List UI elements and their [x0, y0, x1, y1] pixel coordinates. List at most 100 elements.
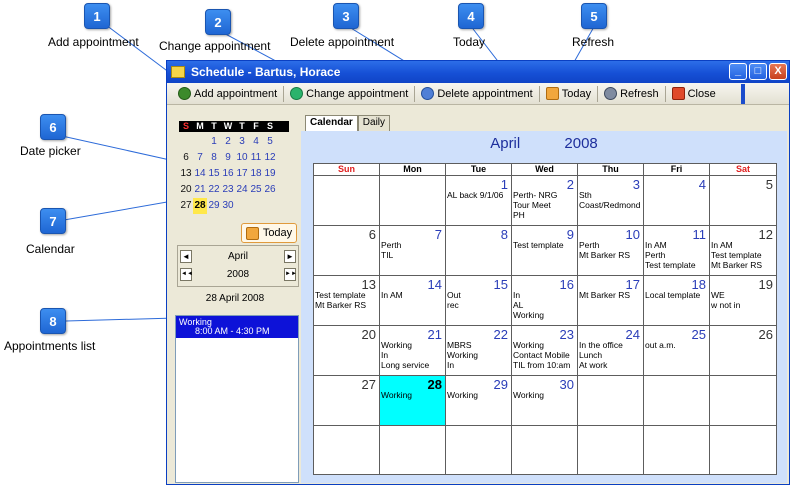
calendar-event[interactable]: At work	[579, 360, 643, 370]
date-picker-day[interactable]: 29	[207, 198, 221, 214]
calendar-day-cell[interactable]: 24 In the office Lunch At work	[578, 326, 644, 375]
calendar-event[interactable]: AL	[513, 300, 577, 310]
date-picker-day[interactable]: 24	[235, 182, 249, 198]
date-picker-day[interactable]: 25	[249, 182, 263, 198]
date-picker-day[interactable]: 1	[207, 134, 221, 150]
today-toolbar-button[interactable]: Today	[541, 84, 596, 104]
calendar-day-cell[interactable]: 26	[710, 326, 776, 375]
date-picker-day[interactable]: 22	[207, 182, 221, 198]
refresh-button[interactable]: Refresh	[599, 84, 664, 104]
calendar-event[interactable]: In	[381, 350, 445, 360]
calendar-event[interactable]: w not in	[711, 300, 776, 310]
today-button[interactable]: Today	[241, 223, 297, 243]
date-picker-day[interactable]: 27	[179, 198, 193, 214]
date-picker-day[interactable]: 11	[249, 150, 263, 166]
calendar-day-cell[interactable]: 30 Working	[512, 376, 578, 425]
date-picker-day[interactable]: 5	[263, 134, 277, 150]
date-picker-day[interactable]: 20	[179, 182, 193, 198]
date-picker-day[interactable]: 16	[221, 166, 235, 182]
calendar-day-cell[interactable]: 16 In AL Working	[512, 276, 578, 325]
calendar-day-cell[interactable]: 4	[644, 176, 710, 225]
date-picker-day[interactable]: 30	[221, 198, 235, 214]
date-picker-day[interactable]: 3	[235, 134, 249, 150]
calendar-event[interactable]: Mt Barker RS	[579, 250, 643, 260]
calendar-day-cell[interactable]: 11 In AM Perth Test template	[644, 226, 710, 275]
date-picker-day[interactable]: 4	[249, 134, 263, 150]
calendar-event[interactable]: Test template	[711, 250, 776, 260]
calendar-event[interactable]: Working	[447, 350, 511, 360]
calendar-day-cell[interactable]: 7 Perth TIL	[380, 226, 446, 275]
calendar-day-cell[interactable]	[446, 426, 512, 475]
calendar-day-cell[interactable]	[512, 426, 578, 475]
delete-appointment-button[interactable]: Delete appointment	[416, 84, 537, 104]
calendar-day-cell[interactable]: 29 Working	[446, 376, 512, 425]
date-picker-day[interactable]: 26	[263, 182, 277, 198]
calendar-event[interactable]: Lunch	[579, 350, 643, 360]
calendar-event[interactable]: TIL from 10:am	[513, 360, 577, 370]
date-picker-day[interactable]: 9	[221, 150, 235, 166]
date-picker-day[interactable]: 7	[193, 150, 207, 166]
calendar-day-cell[interactable]: 23 Working Contact Mobile TIL from 10:am	[512, 326, 578, 375]
tab-calendar[interactable]: Calendar	[305, 115, 358, 131]
calendar-day-cell[interactable]	[644, 426, 710, 475]
title-bar[interactable]: Schedule - Bartus, Horace _ □ X	[167, 61, 789, 83]
calendar-day-cell[interactable]	[710, 376, 776, 425]
calendar-day-cell[interactable]: 3 Sth Coast/Redmond	[578, 176, 644, 225]
date-picker-day[interactable]: 18	[249, 166, 263, 182]
date-picker-day[interactable]: 28	[193, 198, 207, 214]
calendar-day-cell[interactable]: 15 Out rec	[446, 276, 512, 325]
next-month-button[interactable]: ►	[284, 250, 296, 263]
date-picker-day[interactable]: 23	[221, 182, 235, 198]
date-picker-day[interactable]: 14	[193, 166, 207, 182]
tab-daily[interactable]: Daily	[357, 115, 391, 131]
calendar-event[interactable]: PH	[513, 210, 577, 220]
calendar-event[interactable]: Perth	[645, 250, 709, 260]
date-picker-day[interactable]: 17	[235, 166, 249, 182]
calendar-day-cell[interactable]	[314, 426, 380, 475]
calendar-day-cell[interactable]: 10 Perth Mt Barker RS	[578, 226, 644, 275]
calendar-day-cell[interactable]: 18 Local template	[644, 276, 710, 325]
calendar-day-cell[interactable]: 20	[314, 326, 380, 375]
calendar-day-cell[interactable]	[578, 426, 644, 475]
calendar-day-cell[interactable]: 12 In AM Test template Mt Barker RS	[710, 226, 776, 275]
calendar-event[interactable]: Test template	[645, 260, 709, 270]
calendar-day-cell[interactable]: 27	[314, 376, 380, 425]
maximize-button[interactable]: □	[749, 63, 767, 80]
date-picker-day[interactable]: 10	[235, 150, 249, 166]
calendar-event[interactable]: In	[447, 360, 511, 370]
date-picker-day[interactable]: 8	[207, 150, 221, 166]
calendar-day-cell[interactable]: 28 Working	[380, 376, 446, 425]
calendar-day-cell[interactable]: 6	[314, 226, 380, 275]
calendar-event[interactable]: rec	[447, 300, 511, 310]
calendar-day-cell[interactable]: 25 out a.m.	[644, 326, 710, 375]
change-appointment-button[interactable]: Change appointment	[285, 84, 413, 104]
calendar-event[interactable]: Mt Barker RS	[315, 300, 379, 310]
date-picker-day[interactable]: 19	[263, 166, 277, 182]
calendar-day-cell[interactable]: 9 Test template	[512, 226, 578, 275]
calendar-event[interactable]: Mt Barker RS	[711, 260, 776, 270]
calendar-event[interactable]: Working	[513, 310, 577, 320]
calendar-day-cell[interactable]	[380, 176, 446, 225]
calendar-event[interactable]: Contact Mobile	[513, 350, 577, 360]
date-picker-day[interactable]: 21	[193, 182, 207, 198]
date-picker-day[interactable]: 13	[179, 166, 193, 182]
calendar-event[interactable]: Long service	[381, 360, 445, 370]
calendar-event[interactable]: Coast/Redmond	[579, 200, 643, 210]
calendar-day-cell[interactable]: 13 Test template Mt Barker RS	[314, 276, 380, 325]
minimize-button[interactable]: _	[729, 63, 747, 80]
calendar-day-cell[interactable]: 21 Working In Long service	[380, 326, 446, 375]
calendar-day-cell[interactable]: 8	[446, 226, 512, 275]
calendar-day-cell[interactable]	[644, 376, 710, 425]
calendar-day-cell[interactable]: 5	[710, 176, 776, 225]
calendar-event[interactable]: Tour Meet	[513, 200, 577, 210]
date-picker-day[interactable]: 15	[207, 166, 221, 182]
calendar-day-cell[interactable]: 19 WE w not in	[710, 276, 776, 325]
calendar-day-cell[interactable]: 17 Mt Barker RS	[578, 276, 644, 325]
calendar-day-cell[interactable]	[380, 426, 446, 475]
calendar-day-cell[interactable]: 2 Perth- NRG Tour Meet PH	[512, 176, 578, 225]
close-button[interactable]: Close	[667, 84, 721, 104]
add-appointment-button[interactable]: Add appointment	[173, 84, 282, 104]
calendar-day-cell[interactable]	[578, 376, 644, 425]
calendar-day-cell[interactable]: 1 AL back 9/1/06	[446, 176, 512, 225]
calendar-day-cell[interactable]: 14 In AM	[380, 276, 446, 325]
